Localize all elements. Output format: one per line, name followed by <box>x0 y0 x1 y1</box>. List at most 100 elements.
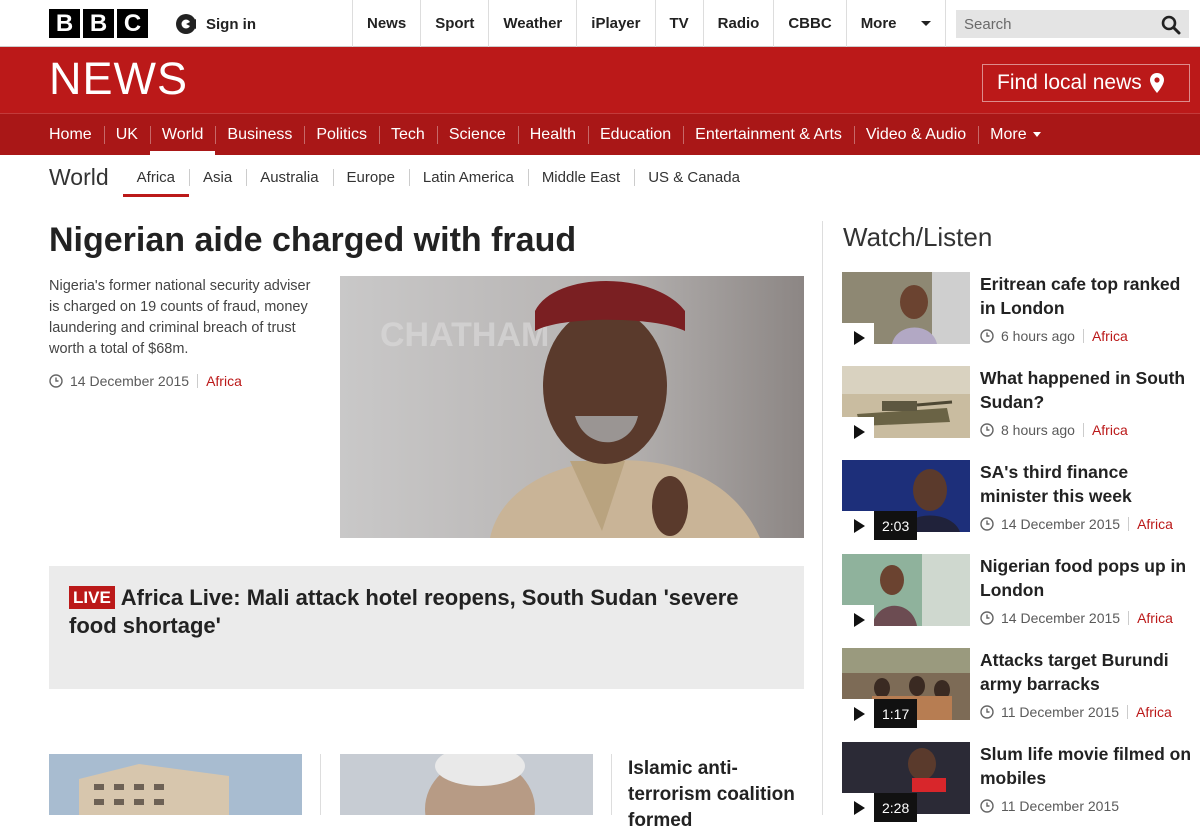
video-duration: 2:03 <box>874 511 918 540</box>
video-title[interactable]: Slum life movie filmed on mobiles <box>980 742 1192 790</box>
play-button[interactable] <box>842 323 874 352</box>
top-story-image[interactable]: CHATHAM <box>340 276 804 538</box>
bbc-logo[interactable]: B B C <box>49 9 148 38</box>
subnav-us-canada[interactable]: US & Canada <box>634 160 754 194</box>
nav-politics[interactable]: Politics <box>304 114 379 155</box>
nav-more[interactable]: More <box>978 114 1052 155</box>
sign-in-label: Sign in <box>206 15 256 33</box>
play-button[interactable]: 2:28 <box>842 793 918 822</box>
nav-education[interactable]: Education <box>588 114 683 155</box>
play-icon <box>842 605 874 634</box>
top-story-headline[interactable]: Nigerian aide charged with fraud <box>49 221 576 260</box>
video-tag[interactable]: Africa <box>1092 422 1128 438</box>
global-nav-tv[interactable]: TV <box>654 0 703 47</box>
clock-icon <box>980 705 994 719</box>
nav-home[interactable]: Home <box>37 114 104 155</box>
chevron-down-icon <box>1032 132 1041 137</box>
subnav-latin-america[interactable]: Latin America <box>408 160 528 194</box>
subnav-africa[interactable]: Africa <box>122 160 190 197</box>
clock-icon <box>49 374 63 388</box>
video-title[interactable]: Attacks target Burundi army barracks <box>980 648 1192 696</box>
global-nav-iplayer[interactable]: iPlayer <box>576 0 654 47</box>
play-icon <box>842 417 874 446</box>
video-time: 11 December 2015 <box>1001 704 1120 720</box>
top-story-tag[interactable]: Africa <box>206 373 242 389</box>
video-time: 14 December 2015 <box>1001 516 1121 532</box>
clock-icon <box>980 611 994 625</box>
video-duration: 1:17 <box>874 699 918 728</box>
nav-business[interactable]: Business <box>215 114 304 155</box>
subnav-asia[interactable]: Asia <box>189 160 246 194</box>
video-item[interactable]: 1:17 Attacks target Burundi army barrack… <box>842 648 1190 728</box>
video-item[interactable]: What happened in South Sudan? 8 hours ag… <box>842 366 1190 446</box>
nav-science[interactable]: Science <box>436 114 518 155</box>
video-item[interactable]: 2:28 Slum life movie filmed on mobiles 1… <box>842 742 1192 822</box>
section-title: World <box>49 163 109 190</box>
news-logo[interactable]: NEWS <box>49 53 188 105</box>
global-nav-weather[interactable]: Weather <box>488 0 576 47</box>
global-nav-news[interactable]: News <box>352 0 420 47</box>
main-nav: Home UK World Business Politics Tech Sci… <box>0 113 1200 155</box>
top-story-summary: Nigeria's former national security advis… <box>49 278 311 357</box>
video-tag[interactable]: Africa <box>1137 516 1173 532</box>
play-button[interactable]: 1:17 <box>842 699 918 728</box>
nav-video-audio[interactable]: Video & Audio <box>853 114 978 155</box>
play-icon <box>842 511 874 540</box>
video-item[interactable]: Eritrean cafe top ranked in London 6 hou… <box>842 272 1190 352</box>
logo-letter: C <box>117 9 148 38</box>
column-divider <box>320 754 321 815</box>
video-tag[interactable]: Africa <box>1136 704 1172 720</box>
play-icon <box>842 793 874 822</box>
logo-letter: B <box>83 9 114 38</box>
nav-health[interactable]: Health <box>517 114 588 155</box>
clock-icon <box>980 799 994 813</box>
video-meta: 14 December 2015 Africa <box>980 610 1173 626</box>
video-meta: 14 December 2015 Africa <box>980 516 1173 532</box>
subnav-australia[interactable]: Australia <box>246 160 332 194</box>
video-item[interactable]: 2:03 SA's third finance minister this we… <box>842 460 1190 540</box>
play-button[interactable] <box>842 605 874 634</box>
nav-world[interactable]: World <box>149 114 216 155</box>
subnav-middle-east[interactable]: Middle East <box>527 160 634 194</box>
video-duration: 2:28 <box>874 793 918 822</box>
find-local-news-button[interactable]: Find local news <box>982 64 1190 102</box>
play-button[interactable]: 2:03 <box>842 511 918 540</box>
background-lettering: CHATHAM <box>380 316 549 354</box>
sign-in-link[interactable]: Sign in <box>175 13 256 35</box>
watch-listen-title: Watch/Listen <box>843 222 993 252</box>
search-input[interactable] <box>956 10 1146 38</box>
video-item[interactable]: Nigerian food pops up in London 14 Decem… <box>842 554 1190 634</box>
video-title[interactable]: What happened in South Sudan? <box>980 366 1192 414</box>
play-button[interactable] <box>842 417 874 446</box>
video-title[interactable]: SA's third finance minister this week <box>980 460 1192 508</box>
video-tag[interactable]: Africa <box>1137 610 1173 626</box>
global-nav-sport[interactable]: Sport <box>420 0 488 47</box>
story-headline-coalition[interactable]: Islamic anti-terrorism coalition formed <box>628 756 803 834</box>
video-tag[interactable]: Africa <box>1092 328 1128 344</box>
video-meta: 11 December 2015 <box>980 798 1119 814</box>
global-nav-cbbc[interactable]: CBBC <box>773 0 845 47</box>
video-title[interactable]: Nigerian food pops up in London <box>980 554 1192 602</box>
column-divider <box>611 754 612 815</box>
nav-uk[interactable]: UK <box>103 114 150 155</box>
global-nav-radio[interactable]: Radio <box>702 0 774 47</box>
video-time: 11 December 2015 <box>1001 798 1120 814</box>
news-header: NEWS Find local news <box>0 47 1200 113</box>
subnav-europe[interactable]: Europe <box>332 160 409 194</box>
video-meta: 6 hours ago Africa <box>980 328 1128 344</box>
live-badge: LIVE <box>69 586 115 609</box>
story-image-official[interactable] <box>340 754 593 815</box>
live-story-card[interactable]: LIVE Africa Live: Mali attack hotel reope… <box>49 566 804 689</box>
chevron-down-icon[interactable] <box>907 0 946 47</box>
play-icon <box>842 323 874 352</box>
live-story-headline: LIVE Africa Live: Mali attack hotel reope… <box>69 584 769 640</box>
nav-entertainment-arts[interactable]: Entertainment & Arts <box>683 114 854 155</box>
global-nav-more[interactable]: More <box>845 0 907 47</box>
nav-tech[interactable]: Tech <box>379 114 437 155</box>
play-icon <box>842 699 874 728</box>
logo-letter: B <box>49 9 80 38</box>
search-icon[interactable] <box>1161 15 1181 35</box>
video-meta: 8 hours ago Africa <box>980 422 1128 438</box>
story-image-hotel[interactable] <box>49 754 302 815</box>
video-title[interactable]: Eritrean cafe top ranked in London <box>980 272 1192 320</box>
